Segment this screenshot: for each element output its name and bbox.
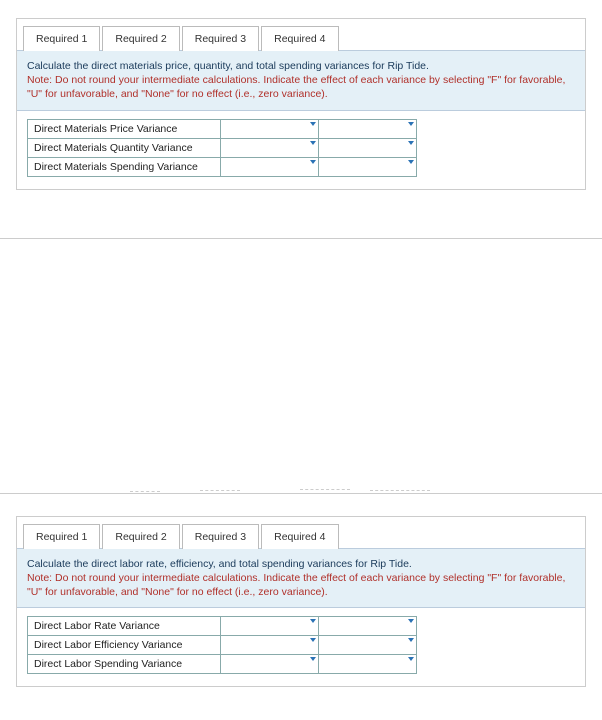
row-label: Direct Materials Price Variance [28,119,221,138]
tab-required-4[interactable]: Required 4 [261,524,338,549]
instruction-main-2: Calculate the direct labor rate, efficie… [27,558,412,570]
tab-required-4[interactable]: Required 4 [261,26,338,51]
instruction-main-1: Calculate the direct materials price, qu… [27,60,429,72]
page-gap [0,198,602,498]
effect-input[interactable] [319,655,417,674]
table-row: Direct Labor Spending Variance [28,655,417,674]
instruction-note-2: Note: Do not round your intermediate cal… [27,572,565,598]
question-block-2: Required 1 Required 2 Required 3 Require… [16,516,586,688]
instructions-2: Calculate the direct labor rate, efficie… [17,548,585,609]
tab-required-3[interactable]: Required 3 [182,26,259,51]
table-row: Direct Materials Spending Variance [28,157,417,176]
tabs-2: Required 1 Required 2 Required 3 Require… [17,517,585,548]
effect-input[interactable] [319,119,417,138]
tab-required-2[interactable]: Required 2 [102,524,179,549]
value-input[interactable] [221,119,319,138]
value-input[interactable] [221,617,319,636]
row-label: Direct Labor Efficiency Variance [28,636,221,655]
tab-required-2[interactable]: Required 2 [102,26,179,51]
table-row: Direct Materials Quantity Variance [28,138,417,157]
variance-table-2: Direct Labor Rate Variance Direct Labor … [27,616,417,674]
row-label: Direct Labor Spending Variance [28,655,221,674]
effect-input[interactable] [319,617,417,636]
effect-input[interactable] [319,138,417,157]
table-row: Direct Materials Price Variance [28,119,417,138]
question-block-1: Required 1 Required 2 Required 3 Require… [16,18,586,190]
instructions-1: Calculate the direct materials price, qu… [17,50,585,111]
tab-required-1[interactable]: Required 1 [23,524,100,549]
row-label: Direct Materials Spending Variance [28,157,221,176]
value-input[interactable] [221,655,319,674]
tabs-1: Required 1 Required 2 Required 3 Require… [17,19,585,50]
tab-required-3[interactable]: Required 3 [182,524,259,549]
value-input[interactable] [221,157,319,176]
variance-table-1: Direct Materials Price Variance Direct M… [27,119,417,177]
effect-input[interactable] [319,636,417,655]
table-row: Direct Labor Rate Variance [28,617,417,636]
value-input[interactable] [221,138,319,157]
row-label: Direct Materials Quantity Variance [28,138,221,157]
instruction-note-1: Note: Do not round your intermediate cal… [27,74,565,100]
row-label: Direct Labor Rate Variance [28,617,221,636]
table-row: Direct Labor Efficiency Variance [28,636,417,655]
effect-input[interactable] [319,157,417,176]
value-input[interactable] [221,636,319,655]
tab-required-1[interactable]: Required 1 [23,26,100,51]
